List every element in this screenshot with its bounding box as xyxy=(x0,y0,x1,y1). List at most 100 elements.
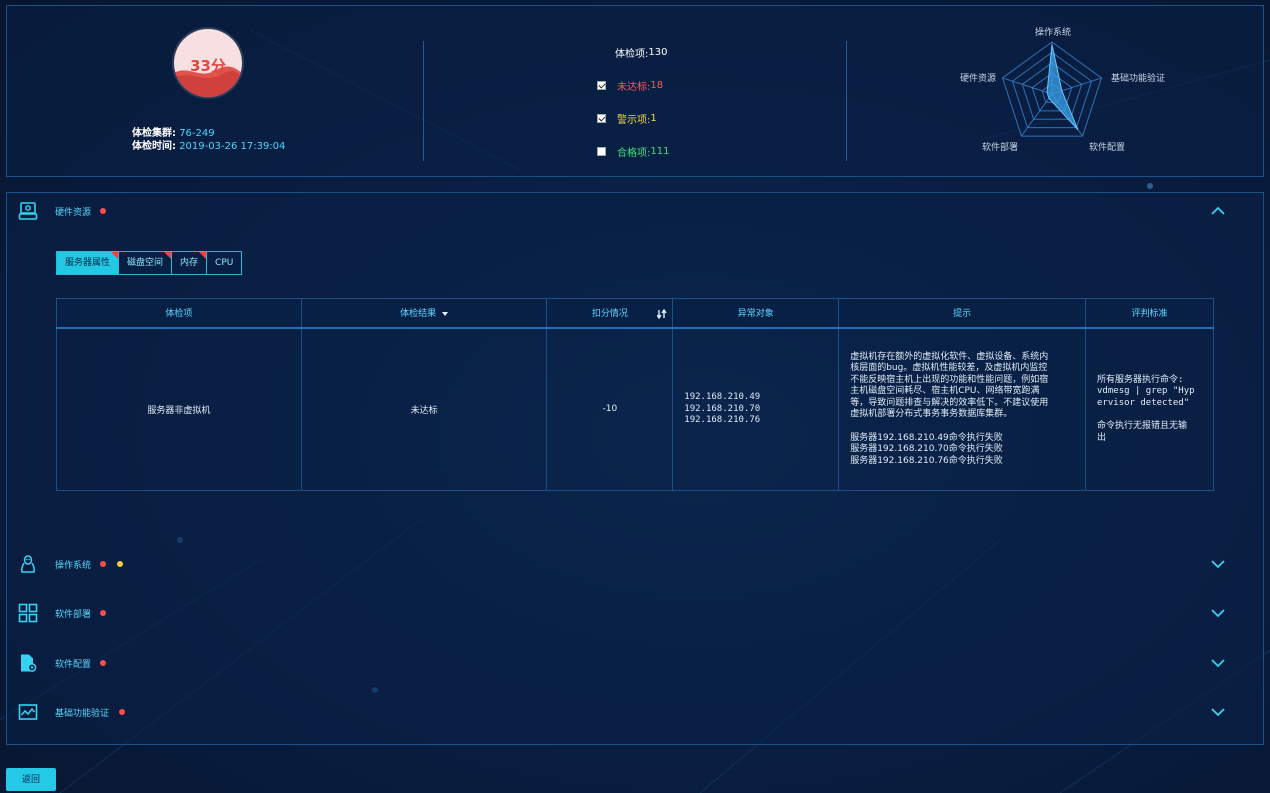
stat-passed: 合格项: 111 xyxy=(597,144,669,159)
divider xyxy=(423,41,424,161)
criteria-text: 所有服务器执行命令: vdmesg | grep "Hyp ervisor de… xyxy=(1086,375,1213,445)
failed-checkbox[interactable] xyxy=(597,81,606,90)
criteria-note: 出 xyxy=(1097,432,1107,443)
tab-server-properties[interactable]: 服务器属性 xyxy=(57,252,120,274)
radar-label-hardware: 硬件资源 xyxy=(960,74,997,84)
linux-icon xyxy=(21,555,35,573)
check-table: 体检项 体检结果 扣分情况 异常对象 提示 评判标准 服务器非虚拟机 未达标 -… xyxy=(56,298,1214,491)
cell-criteria: 所有服务器执行命令: vdmesg | grep "Hyp ervisor de… xyxy=(1085,327,1214,491)
flag-icon xyxy=(111,252,119,259)
stat-warning: 警示项: 1 xyxy=(597,111,657,126)
tab-label: 服务器属性 xyxy=(65,258,111,268)
detail-panel: 硬件资源 服务器属性 磁盘空间 内存 CPU 体检项 体检结果 扣分情况 异常对… xyxy=(6,192,1264,745)
header-result[interactable]: 体检结果 xyxy=(300,298,548,329)
table-row: 服务器非虚拟机 未达标 -10 192.168.210.49 192.168.2… xyxy=(56,327,1214,491)
cell-result: 未达标 xyxy=(300,327,548,491)
tab-label: 磁盘空间 xyxy=(127,258,164,268)
object-ip: 192.168.210.76 xyxy=(684,415,761,425)
header-deduction-label: 扣分情况 xyxy=(591,309,628,320)
cell-item: 服务器非虚拟机 xyxy=(56,327,302,491)
tab-label: CPU xyxy=(215,258,234,268)
caret-down-icon[interactable] xyxy=(442,311,449,316)
hint-failure: 服务器192.168.210.76命令执行失败 xyxy=(850,455,1003,466)
header-item: 体检项 xyxy=(56,298,302,329)
cell-deduction: -10 xyxy=(546,327,674,491)
back-button[interactable]: 返回 xyxy=(6,768,56,791)
section-os[interactable]: 操作系统 xyxy=(7,552,1265,576)
status-dot xyxy=(117,561,123,567)
hint-failure: 服务器192.168.210.49命令执行失败 xyxy=(850,432,1003,443)
chevron-down-icon[interactable] xyxy=(1211,557,1225,571)
chevron-up-icon[interactable] xyxy=(1211,204,1225,218)
radar-label-config: 软件配置 xyxy=(1089,143,1126,153)
section-software-config[interactable]: 软件配置 xyxy=(7,651,1265,675)
status-dot xyxy=(100,660,106,666)
total-value: 130 xyxy=(648,47,668,58)
chevron-down-icon[interactable] xyxy=(1211,705,1225,719)
criteria-note: 命令执行无报错且无输 xyxy=(1097,421,1188,431)
section-hardware[interactable]: 硬件资源 xyxy=(7,199,1265,223)
radar-label-basic: 基础功能验证 xyxy=(1111,74,1166,84)
total-items: 体检项: 130 xyxy=(615,45,667,60)
stat-failed: 未达标: 18 xyxy=(597,78,663,93)
time-value: 2019-03-26 17:39:04 xyxy=(179,141,286,152)
status-dot xyxy=(100,561,106,567)
monitor-icon xyxy=(18,704,38,720)
tab-cpu[interactable]: CPU xyxy=(207,252,242,274)
hint-line: 不能反映宿主机上出现的功能和性能问题，例如宿 xyxy=(850,374,1049,385)
passed-checkbox[interactable] xyxy=(597,147,606,156)
config-icon xyxy=(21,654,37,672)
header-criteria: 评判标准 xyxy=(1085,298,1214,329)
section-title: 操作系统 xyxy=(55,560,92,571)
object-list: 192.168.210.49 192.168.210.70 192.168.21… xyxy=(673,392,838,427)
cell-objects: 192.168.210.49 192.168.210.70 192.168.21… xyxy=(672,327,840,491)
hint-line: 等，导致问题排查与解决的效率低下。不建议使用 xyxy=(850,397,1049,408)
chevron-down-icon[interactable] xyxy=(1211,656,1225,670)
passed-label: 合格项: xyxy=(617,148,651,159)
tab-disk-space[interactable]: 磁盘空间 xyxy=(119,252,173,274)
hardware-tabs: 服务器属性 磁盘空间 内存 CPU xyxy=(56,251,243,275)
radar-chart: 操作系统 基础功能验证 软件配置 软件部署 硬件资源 xyxy=(947,22,1177,172)
header-result-label: 体检结果 xyxy=(400,309,437,320)
section-title: 基础功能验证 xyxy=(55,708,110,719)
total-label: 体检项: xyxy=(615,49,649,60)
score-gauge: 33分 xyxy=(174,29,242,97)
table-header: 体检项 体检结果 扣分情况 异常对象 提示 评判标准 xyxy=(56,298,1214,329)
status-dot xyxy=(100,208,106,214)
tab-label: 内存 xyxy=(180,258,199,268)
warning-label: 警示项: xyxy=(617,115,651,126)
hardware-icon xyxy=(18,202,38,220)
object-ip: 192.168.210.49 xyxy=(684,392,761,402)
tab-memory[interactable]: 内存 xyxy=(172,252,208,274)
hint-line: 虚拟机存在额外的虚拟化软件、虚拟设备、系统内 xyxy=(850,351,1049,362)
passed-value: 111 xyxy=(650,146,670,157)
hint-line: 核层面的bug。虚拟机性能较差，及虚拟机内监控 xyxy=(850,363,1048,373)
radar-label-os: 操作系统 xyxy=(1035,28,1072,38)
header-deduction[interactable]: 扣分情况 xyxy=(546,298,674,329)
health-summary-panel: 33分 体检集群: 76-249 体检时间: 2019-03-26 17:39:… xyxy=(6,5,1264,177)
object-ip: 192.168.210.70 xyxy=(684,403,761,414)
header-objects: 异常对象 xyxy=(672,298,840,329)
failed-value: 18 xyxy=(650,80,664,91)
hint-text: 虚拟机存在额外的虚拟化软件、虚拟设备、系统内 核层面的bug。虚拟机性能较差，及… xyxy=(839,352,1085,468)
section-software-deploy[interactable]: 软件部署 xyxy=(7,601,1265,625)
grid-icon xyxy=(18,603,38,623)
divider xyxy=(846,41,847,161)
criteria-line: 所有服务器执行命令: xyxy=(1097,374,1184,385)
section-title: 硬件资源 xyxy=(55,207,92,218)
failed-label: 未达标: xyxy=(617,82,651,93)
chevron-down-icon[interactable] xyxy=(1211,606,1225,620)
score-value: 33分 xyxy=(190,57,226,75)
section-basic-verification[interactable]: 基础功能验证 xyxy=(7,700,1265,724)
hint-line: 虚拟机部署分布式事务事务数据库集群。 xyxy=(850,409,1013,419)
status-dot xyxy=(100,610,106,616)
criteria-line: ervisor detected" xyxy=(1097,397,1190,408)
criteria-line: vdmesg | grep "Hyp xyxy=(1097,386,1195,396)
section-title: 软件部署 xyxy=(55,609,92,620)
flag-icon xyxy=(199,252,207,259)
warning-checkbox[interactable] xyxy=(597,114,606,123)
time-label: 体检时间: xyxy=(132,141,176,152)
hint-line: 主机磁盘空间耗尽、宿主机CPU、网络带宽跑满 xyxy=(850,386,1040,396)
radar-label-deploy: 软件部署 xyxy=(982,143,1019,153)
sort-icon[interactable] xyxy=(657,309,667,319)
